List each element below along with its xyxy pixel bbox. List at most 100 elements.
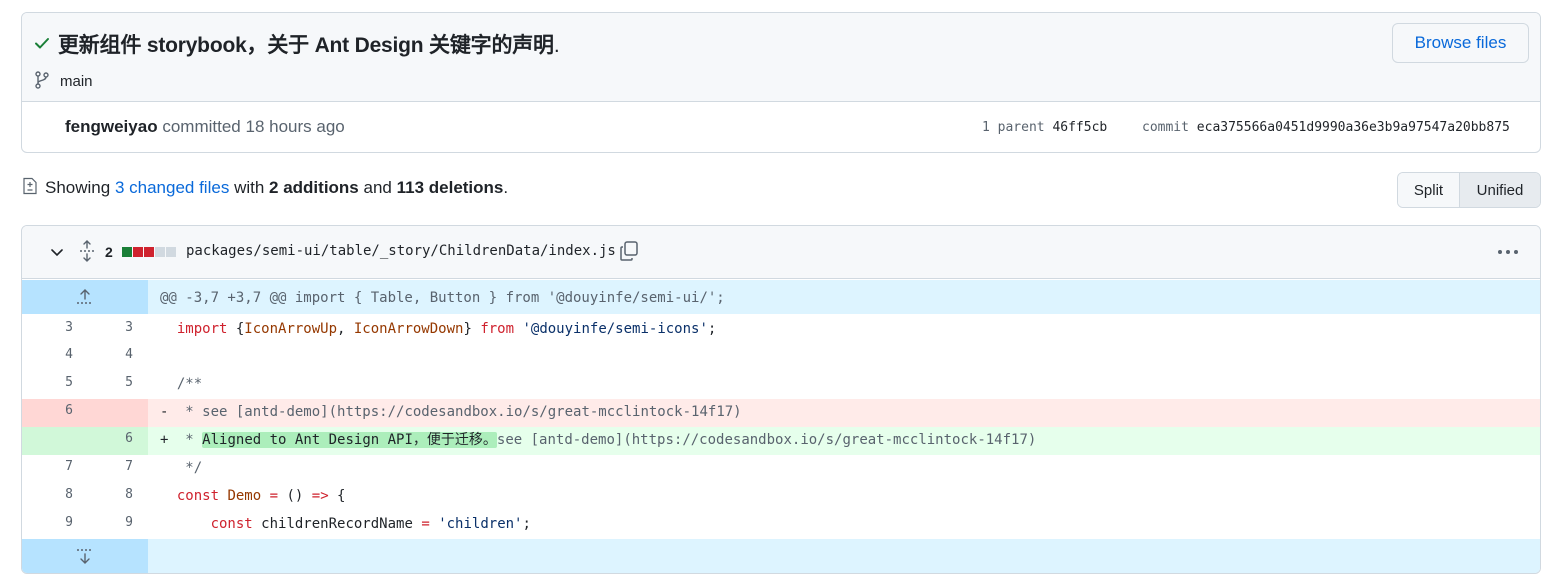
commit-action: committed <box>162 117 241 136</box>
summary-and: and <box>363 178 392 197</box>
chevron-down-icon[interactable] <box>50 248 64 258</box>
code-line: const Demo = () => { <box>148 483 1540 511</box>
code-token: = <box>421 516 430 532</box>
hunk-header-row: @@ -3,7 +3,7 @@ import { Table, Button }… <box>22 280 1540 314</box>
commit-header: 更新组件 storybook，关于 Ant Design 关键字的声明. mai… <box>21 12 1541 153</box>
expand-down-icon[interactable] <box>75 547 95 565</box>
commit-title-text: 更新组件 storybook，关于 Ant Design 关键字的声明 <box>58 34 554 57</box>
commit-meta: fengweiyao committed 18 hours ago 1 pare… <box>22 103 1540 152</box>
deletions-count: 113 deletions <box>396 178 504 197</box>
expand-down-row <box>22 539 1540 573</box>
browse-files-button[interactable]: Browse files <box>1392 23 1529 63</box>
code-token: import <box>176 321 228 337</box>
diff-summary: Showing 3 changed files with 2 additions… <box>45 178 508 198</box>
code-token: from <box>480 321 515 337</box>
code-token: see [antd-demo](https://codesandbox.io/s… <box>496 432 1037 448</box>
code-token: */ <box>176 460 203 476</box>
diffstat-square <box>122 247 132 257</box>
diffstat-square <box>166 247 176 257</box>
parent-sha-link[interactable]: 46ff5cb <box>1052 120 1107 135</box>
code-token: { <box>227 321 245 337</box>
old-line-number[interactable]: 5 <box>38 371 100 399</box>
code-token: IconArrowDown <box>353 321 464 337</box>
code-token: const <box>210 516 253 532</box>
old-line-number[interactable]: 6 <box>38 399 100 427</box>
code-line: import {IconArrowUp, IconArrowDown} from… <box>148 316 1540 344</box>
diffstat-square <box>155 247 165 257</box>
code-token: => <box>311 488 329 504</box>
commit-title-tail: . <box>553 34 560 57</box>
file-diff: 2 packages/semi-ui/table/_story/Children… <box>21 225 1541 574</box>
additions-count: 2 additions <box>269 178 359 197</box>
code-token: 'children' <box>438 516 523 532</box>
added-highlight: Aligned to Ant Design API，便于迁移。 <box>202 432 497 448</box>
code-line: const childrenRecordName = 'children'; <box>148 511 1540 539</box>
code-line: /** <box>148 371 1540 399</box>
code-token: () <box>278 488 312 504</box>
expand-up-icon[interactable] <box>75 288 95 306</box>
code-line: */ <box>148 455 1540 483</box>
summary-prefix: Showing <box>45 178 111 197</box>
diff-line: 5 5 /** <box>22 371 1540 399</box>
diff-line-added: 6 + * Aligned to Ant Design API，便于迁移。see… <box>22 427 1540 455</box>
split-view-button[interactable]: Split <box>1398 173 1460 207</box>
code-token: Demo <box>227 488 262 504</box>
diff-line: 3 3 import {IconArrowUp, IconArrowDown} … <box>22 316 1540 344</box>
file-change-count: 2 <box>105 244 113 260</box>
diff-line: 4 4 <box>22 343 1540 371</box>
copy-icon[interactable] <box>619 240 639 262</box>
code-token: const <box>176 488 220 504</box>
unified-view-button[interactable]: Unified <box>1460 173 1540 207</box>
diff-view-toggle: Split Unified <box>1397 172 1541 208</box>
code-line: + * Aligned to Ant Design API，便于迁移。see [… <box>148 427 1540 455</box>
file-path[interactable]: packages/semi-ui/table/_story/ChildrenDa… <box>186 243 616 259</box>
file-header: 2 packages/semi-ui/table/_story/Children… <box>22 226 1540 279</box>
old-line-number[interactable] <box>38 427 100 455</box>
code-token: * see [antd-demo](https://codesandbox.io… <box>176 404 742 420</box>
branch-name[interactable]: main <box>60 73 93 90</box>
unfold-icon[interactable] <box>78 240 96 262</box>
commit-sha: eca375566a0451d9990a36e3b9a97547a20bb875 <box>1196 120 1510 135</box>
diffstat-bar <box>122 247 176 257</box>
code-token: IconArrowUp <box>244 321 338 337</box>
git-branch-icon <box>35 71 49 89</box>
diffstat-square <box>133 247 143 257</box>
code-token: * <box>176 432 203 448</box>
commit-author-line: fengweiyao committed 18 hours ago <box>65 117 345 137</box>
summary-suffix: . <box>503 178 509 197</box>
commit-label: commit <box>1142 120 1189 135</box>
old-line-number[interactable]: 3 <box>38 316 100 344</box>
expand-down-gutter[interactable] <box>22 539 148 573</box>
summary-with: with <box>234 178 265 197</box>
diff-line: 9 9 const childrenRecordName = 'children… <box>22 511 1540 539</box>
diff-line: 7 7 */ <box>22 455 1540 483</box>
old-line-number[interactable]: 4 <box>38 343 100 371</box>
changed-files-link[interactable]: 3 changed files <box>115 178 229 197</box>
old-line-number[interactable]: 9 <box>38 511 100 539</box>
hunk-header-text: @@ -3,7 +3,7 @@ import { Table, Button }… <box>160 290 725 306</box>
code-token: /** <box>176 376 203 392</box>
diffstat-square <box>144 247 154 257</box>
parent-info: 1 parent 46ff5cb <box>982 120 1107 135</box>
code-token: = <box>269 488 279 504</box>
code-token: '@douyinfe/semi-icons' <box>522 321 708 337</box>
old-line-number[interactable]: 8 <box>38 483 100 511</box>
commit-title: 更新组件 storybook，关于 Ant Design 关键字的声明. <box>58 29 560 59</box>
diff-line-deleted: 6 - * see [antd-demo](https://codesandbo… <box>22 399 1540 427</box>
commit-time: 18 hours ago <box>245 117 345 136</box>
old-line-number[interactable]: 7 <box>38 455 100 483</box>
code-token: , <box>337 321 354 337</box>
code-line: - * see [antd-demo](https://codesandbox.… <box>148 399 1540 427</box>
code-token: ; <box>522 516 531 532</box>
code-token: childrenRecordName <box>252 516 422 532</box>
expand-up-gutter[interactable] <box>22 280 148 314</box>
commit-title-bar: 更新组件 storybook，关于 Ant Design 关键字的声明. mai… <box>22 13 1540 102</box>
diff-line: 8 8 const Demo = () => { <box>22 483 1540 511</box>
author-link[interactable]: fengweiyao <box>65 117 158 136</box>
kebab-menu-icon[interactable] <box>1496 249 1520 255</box>
code-token: ; <box>707 321 717 337</box>
file-diff-icon <box>23 177 37 195</box>
